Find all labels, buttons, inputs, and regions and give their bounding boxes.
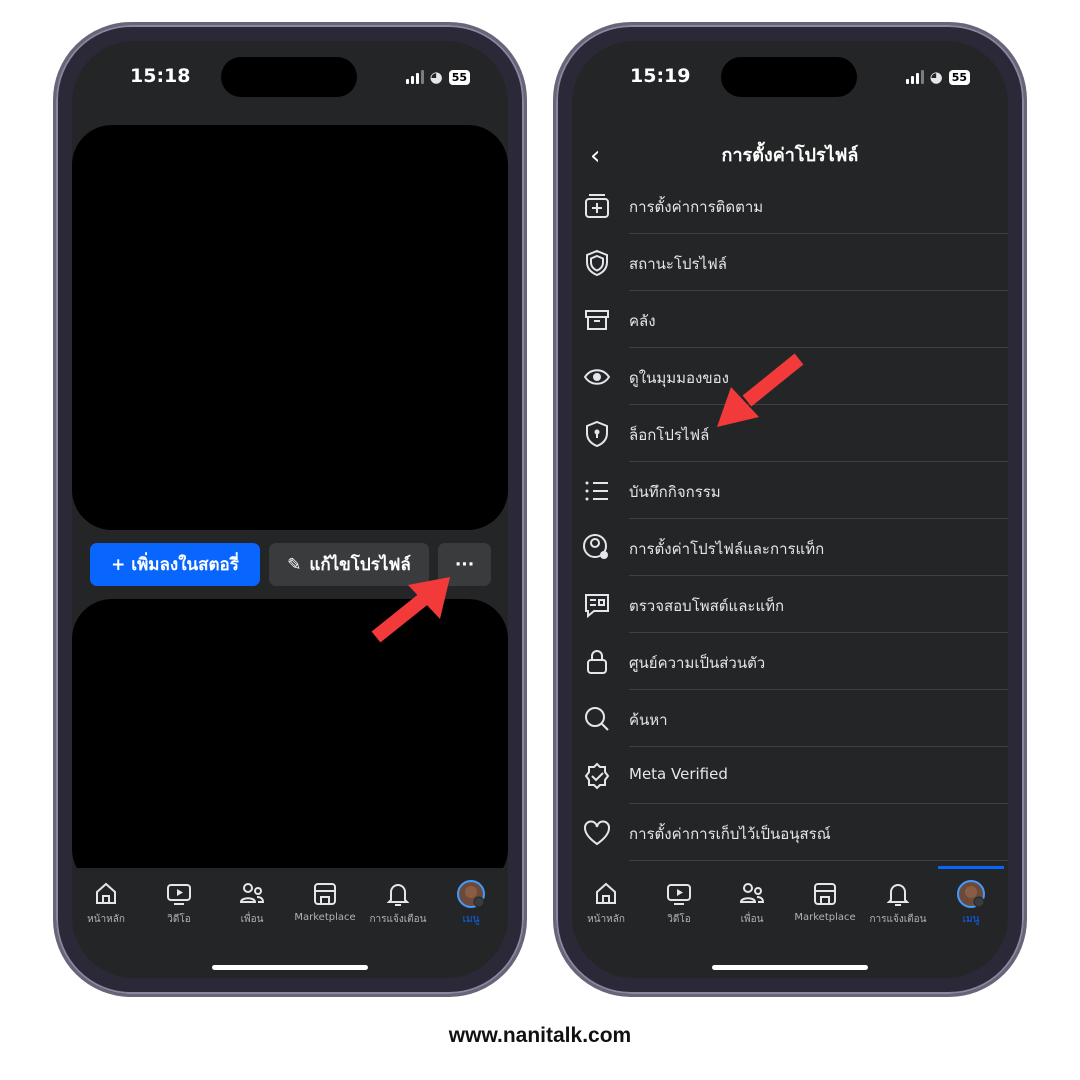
bell-icon [886,884,910,906]
page-header: ‹ การตั้งค่าโปรไฟล์ [572,131,1008,181]
redacted-profile-header [72,125,508,530]
battery-icon: 55 [448,69,470,85]
active-tab-indicator [938,866,1004,869]
signal-icon [405,70,424,84]
status-time: 15:18 [130,65,191,87]
page-title: การตั้งค่าโปรไฟล์ [721,145,859,166]
phone-screen: 15:18 ◕ 55 + เพิ่มลงในสตอรี่ ✎ แก้ไขโปรไฟ… [72,41,508,978]
nav-friends[interactable]: เพื่อน [216,880,288,927]
nav-home[interactable]: หน้าหลัก [572,880,642,927]
menu-item[interactable]: สถานะโปรไฟล์ [572,234,1008,291]
marketplace-icon [814,883,836,905]
phone-screen: 15:19 ◕ 55 ‹ การตั้งค่าโปรไฟล์การตั้งค่าก… [572,41,1008,978]
wifi-icon: ◕ [429,68,443,86]
signal-icon [905,70,924,84]
friends-icon [239,883,265,903]
shield-icon [586,249,608,277]
video-icon [167,884,191,905]
bottom-nav: หน้าหลัก วิดีโอ เพื่อน Marketplace การแจ้งเต… [72,868,508,978]
home-icon [596,882,616,904]
avatar-icon [457,880,485,908]
nav-home[interactable]: หน้าหลัก [72,880,142,927]
add-to-story-button[interactable]: + เพิ่มลงในสตอรี่ [90,543,260,586]
pencil-icon: ✎ [287,554,302,575]
nav-bell[interactable]: การแจ้งเตือน [862,880,934,927]
right-phone: 15:19 ◕ 55 ‹ การตั้งค่าโปรไฟล์การตั้งค่าก… [553,22,1027,997]
pointer-arrow-icon [371,577,450,643]
menu-item[interactable]: การตั้งค่าการติดตาม [572,177,1008,234]
video-icon [667,884,691,905]
status-time: 15:19 [630,65,691,87]
marketplace-icon [314,883,336,905]
bell-icon [386,884,410,906]
menu-item[interactable]: การตั้งค่าการเก็บไว้เป็นอนุสรณ์ [572,804,1008,861]
menu-item[interactable]: บันทึกกิจกรรม [572,462,1008,519]
lock-icon [587,650,607,674]
nav-marketplace[interactable]: Marketplace [789,880,861,923]
heart-icon [584,820,610,846]
battery-icon: 55 [948,69,970,85]
status-icons: ◕ 55 [905,68,970,86]
archive-icon [585,310,609,330]
home-indicator[interactable] [212,965,368,970]
eye-icon [583,369,611,385]
dynamic-island [221,57,357,97]
left-phone: 15:18 ◕ 55 + เพิ่มลงในสตอรี่ ✎ แก้ไขโปรไฟ… [53,22,527,997]
add-archive-icon [585,194,609,218]
menu-item[interactable]: ตรวจสอบโพสต์และแท็ก [572,576,1008,633]
bottom-nav: หน้าหลัก วิดีโอ เพื่อน Marketplace การแจ้งเต… [572,866,1008,978]
status-icons: ◕ 55 [405,68,470,86]
nav-friends[interactable]: เพื่อน [716,880,788,927]
pointer-arrow-icon [717,353,804,427]
dynamic-island [721,57,857,97]
nav-video[interactable]: วิดีโอ [143,880,215,927]
menu-item[interactable]: คลัง [572,291,1008,348]
avatar-icon [957,880,985,908]
website-footer: www.nanitalk.com [448,1024,632,1047]
home-icon [96,882,116,904]
home-indicator[interactable] [712,965,868,970]
menu-item[interactable]: การตั้งค่าโปรไฟล์และการแท็ก [572,519,1008,576]
nav-marketplace[interactable]: Marketplace [289,880,361,923]
friends-icon [739,883,765,903]
verified-badge-icon [584,762,610,790]
back-button[interactable]: ‹ [590,131,600,181]
post-review-icon [585,594,609,619]
menu-item[interactable]: ศูนย์ความเป็นส่วนตัว [572,633,1008,690]
search-icon [585,707,609,731]
nav-video[interactable]: วิดีโอ [643,880,715,927]
profile-gear-icon [583,534,608,559]
lock-shield-icon [586,420,608,448]
nav-avatar[interactable]: เมนู [935,880,1007,927]
list-icon [585,481,608,501]
nav-bell[interactable]: การแจ้งเตือน [362,880,434,927]
menu-item[interactable]: ค้นหา [572,690,1008,747]
wifi-icon: ◕ [929,68,943,86]
nav-avatar[interactable]: เมนู [435,880,507,927]
menu-item[interactable]: Meta Verified [572,747,1008,804]
